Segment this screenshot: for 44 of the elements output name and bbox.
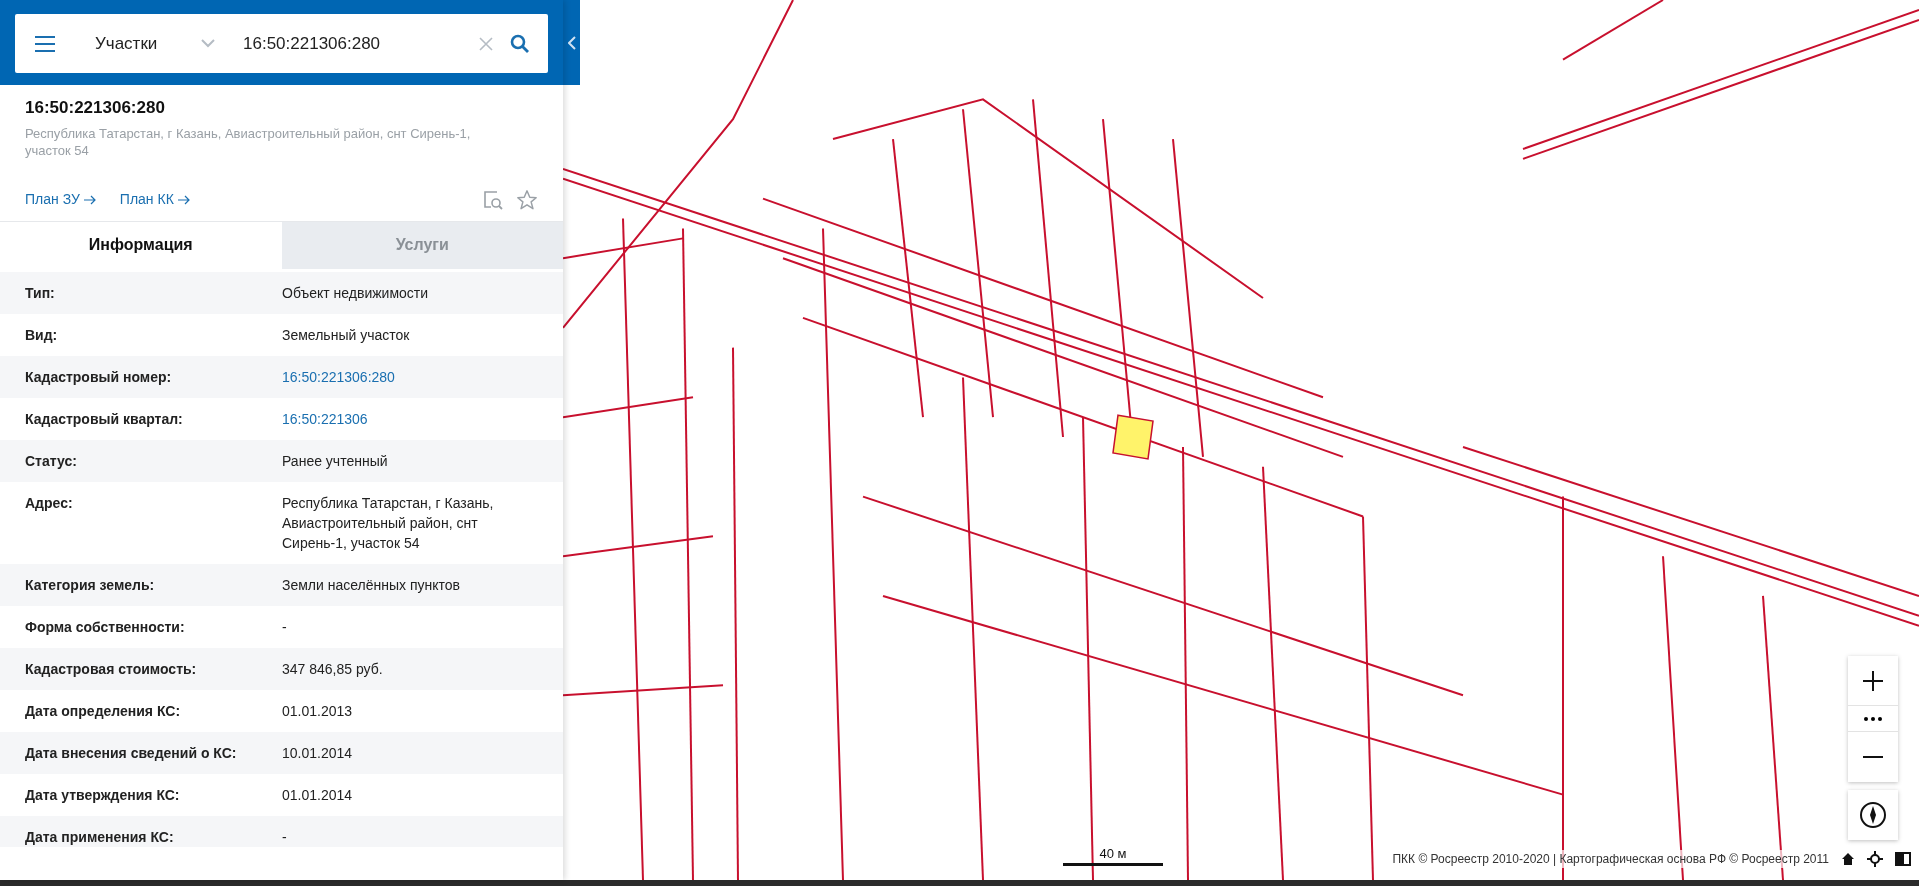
field-value: Земельный участок bbox=[282, 325, 411, 345]
crosshair-icon[interactable] bbox=[1867, 851, 1883, 867]
field-label: Категория земель: bbox=[25, 575, 156, 595]
chevron-left-icon bbox=[567, 35, 576, 50]
field-label: Дата утверждения КС: bbox=[25, 785, 181, 805]
arrow-right-icon bbox=[83, 194, 96, 205]
plan-link[interactable]: План ЗУ bbox=[25, 189, 96, 210]
field-label: Статус: bbox=[25, 451, 78, 471]
field-value: Объект недвижимости bbox=[282, 283, 430, 303]
compass-icon[interactable] bbox=[1848, 790, 1898, 840]
arrow-right-icon bbox=[177, 194, 190, 205]
search-field[interactable]: 16:50:221306:280 bbox=[243, 30, 464, 57]
chevron-down-icon bbox=[201, 39, 215, 48]
field-link[interactable]: 16:50:221306 bbox=[282, 408, 368, 429]
field-label: Кадастровый квартал: bbox=[25, 409, 184, 429]
field-label: Дата определения КС: bbox=[25, 701, 182, 721]
object-title: 16:50:221306:280 bbox=[25, 97, 166, 119]
field-value: 01.01.2014 bbox=[282, 785, 354, 805]
field-value: Земли населённых пунктов bbox=[282, 575, 462, 595]
field-label: Кадастровая стоимость: bbox=[25, 659, 198, 679]
field-label: Тип: bbox=[25, 283, 56, 303]
map-attribution: ПКК © Росреестр 2010-2020 | Картографическая основа РФ © Росреестр 2011 bbox=[1392, 850, 1829, 868]
star-icon[interactable] bbox=[516, 188, 538, 211]
plan-link[interactable]: План КК bbox=[119, 189, 190, 210]
field-label: Дата внесения сведений о КС: bbox=[25, 743, 238, 763]
collapse-button[interactable] bbox=[563, 0, 580, 85]
field-label: Форма собственности: bbox=[25, 617, 186, 637]
field-label: Кадастровый номер: bbox=[25, 367, 173, 387]
field-value: - bbox=[282, 617, 288, 637]
field-value: Республика Татарстан, г Казань, Авиастроительный район, снт Сирень-1, участок 54 bbox=[282, 493, 495, 553]
field-label: Вид: bbox=[25, 325, 59, 345]
field-value: - bbox=[282, 827, 288, 847]
field-label: Адрес: bbox=[25, 493, 74, 513]
field-value: 01.01.2013 bbox=[282, 701, 354, 721]
object-address: Республика Татарстан, г Казань, Авиастроительный район, снт Сирень-1, участок 54 bbox=[25, 124, 472, 159]
category-select[interactable]: Участки bbox=[95, 30, 215, 57]
field-value: 347 846,85 руб. bbox=[282, 659, 384, 679]
field-label: Дата применения КС: bbox=[25, 827, 175, 847]
document-search-icon[interactable] bbox=[482, 188, 504, 211]
field-value: 10.01.2014 bbox=[282, 743, 354, 763]
field-value: Ранее учтенный bbox=[282, 451, 389, 471]
field-link[interactable]: 16:50:221306:280 bbox=[282, 366, 395, 387]
home-icon[interactable] bbox=[1841, 852, 1855, 866]
layers-icon[interactable] bbox=[1895, 852, 1911, 866]
